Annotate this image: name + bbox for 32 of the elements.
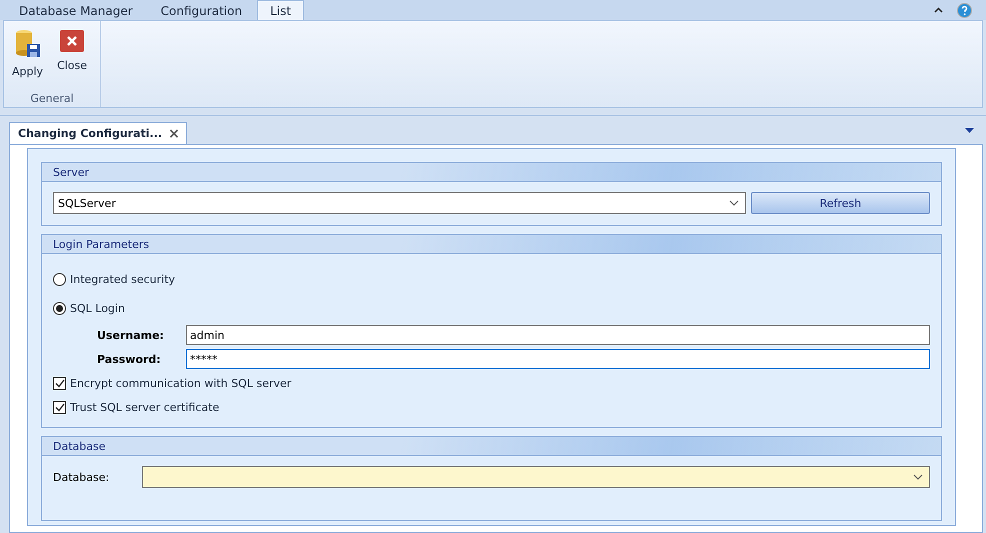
- document-tab[interactable]: Changing Configurati... ×: [9, 122, 187, 144]
- ribbon-tab[interactable]: List: [257, 0, 304, 20]
- chevron-up-icon[interactable]: [934, 7, 943, 13]
- username-field[interactable]: admin: [186, 325, 930, 345]
- help-icon[interactable]: [957, 2, 972, 18]
- group-header: Database: [42, 437, 941, 456]
- ribbon-tab[interactable]: Database Manager: [6, 0, 146, 20]
- chevron-down-icon: [913, 474, 923, 480]
- apply-button[interactable]: Apply: [8, 27, 48, 80]
- close-button[interactable]: Close: [53, 27, 92, 74]
- close-icon: [59, 29, 86, 53]
- field-label: Database:: [53, 470, 110, 484]
- group-label: General: [29, 92, 75, 107]
- field-label: Username:: [97, 328, 165, 342]
- radio-option[interactable]: SQL Login: [53, 302, 125, 315]
- check-icon: [54, 378, 64, 388]
- password-field[interactable]: *****: [186, 349, 930, 369]
- checkbox-option[interactable]: Trust SQL server certificate: [53, 400, 220, 414]
- group-header: Login Parameters: [42, 235, 941, 254]
- database-dropdown[interactable]: [142, 466, 930, 488]
- chevron-down-icon: [729, 200, 739, 206]
- checkbox-option[interactable]: Encrypt communication with SQL server: [53, 376, 292, 390]
- server-dropdown[interactable]: SQLServer: [53, 192, 746, 214]
- refresh-button[interactable]: Refresh: [751, 192, 930, 214]
- dropdown-arrow-icon[interactable]: [965, 128, 974, 132]
- tab-close-button[interactable]: ×: [168, 126, 180, 142]
- check-icon: [54, 402, 64, 412]
- radio-option[interactable]: Integrated security: [53, 273, 176, 286]
- group-header: Server: [42, 163, 941, 182]
- ribbon-tab[interactable]: Configuration: [148, 0, 256, 20]
- field-label: Password:: [97, 352, 162, 366]
- database-save-icon: [14, 29, 42, 59]
